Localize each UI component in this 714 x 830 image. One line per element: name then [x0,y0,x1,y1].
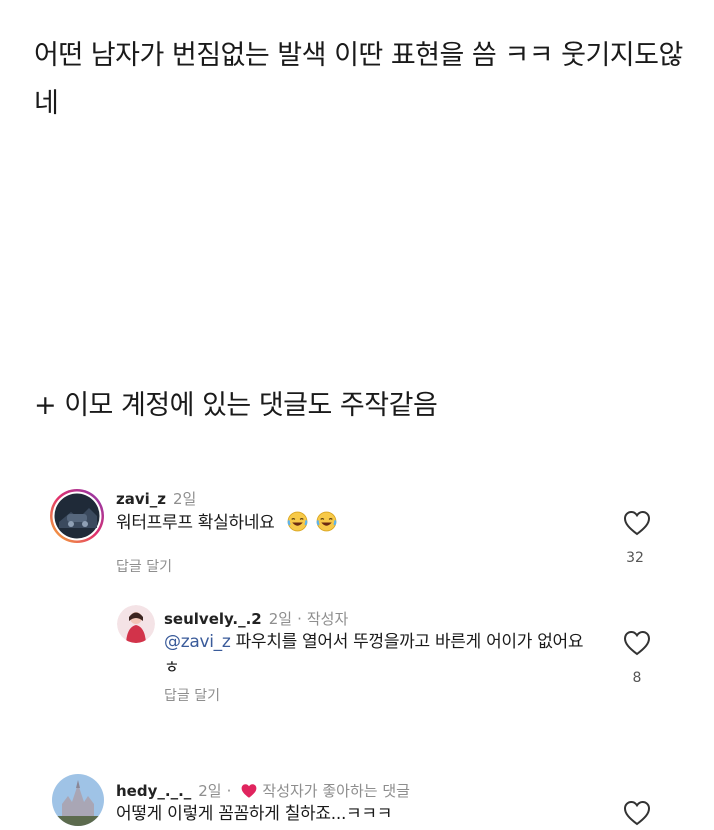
comment-username[interactable]: seulvely._.2 [164,610,262,628]
reply-button[interactable]: 답글 달기 [164,685,220,705]
reply-button[interactable]: 답글 달기 [116,556,172,576]
comment-text: 어떻게 이렇게 꼼꼼하게 칠하죠...ㅋㅋㅋ [116,804,393,824]
meta-separator: · [226,781,232,800]
comment-zavi: zavi_z 2일 워터프루프 확실하네요 답글 달기 32 [0,480,714,590]
meta-separator: · [297,609,302,628]
mention-link[interactable]: @zavi_z [164,632,231,652]
avatar-zavi[interactable] [49,488,105,544]
post-note: + 이모 계정에 있는 댓글도 주작같음 [34,390,438,421]
avatar-hedy[interactable] [52,774,104,826]
like-count: 32 [626,550,644,566]
comment-seulvely: seulvely._.2 2일 · 작성자 @zavi_z 파우치를 열어서 뚜… [0,600,714,710]
comment-time: 2일 [198,782,222,800]
comment-meta: seulvely._.2 2일 · 작성자 [164,608,348,629]
laugh-emoji-icon [284,510,337,536]
comment-text: @zavi_z 파우치를 열어서 뚜껑을까고 바른게 어이가 없어요 ㅎ [164,629,594,681]
avatar-seulvely[interactable] [117,605,155,643]
comment-username[interactable]: zavi_z [116,490,166,508]
like-count: 8 [632,670,642,686]
liked-by-author-label: 작성자가 좋아하는 댓글 [262,782,410,800]
comment-text: 워터프루프 확실하네요 [116,510,337,536]
comment-hedy: hedy_._._ 2일 · 작성자가 좋아하는 댓글 어떻게 이렇게 꼼꼼하게… [0,772,714,829]
post-text: 어떤 남자가 번짐없는 발색 이딴 표현을 씀 ㅋㅋ 웃기지도않네 [34,40,683,119]
comment-text-content: 워터프루프 확실하네요 [116,513,275,533]
heart-outline-icon[interactable] [623,630,651,656]
comment-meta: zavi_z 2일 [116,488,196,509]
heart-outline-icon[interactable] [623,800,651,826]
comment-time: 2일 [173,490,197,508]
heart-outline-icon[interactable] [623,510,651,536]
comment-meta: hedy_._._ 2일 · 작성자가 좋아하는 댓글 [116,780,410,801]
heart-filled-icon [240,783,258,803]
comment-time: 2일 [268,610,293,628]
author-badge: 작성자 [306,610,349,628]
comment-username[interactable]: hedy_._._ [116,782,191,800]
